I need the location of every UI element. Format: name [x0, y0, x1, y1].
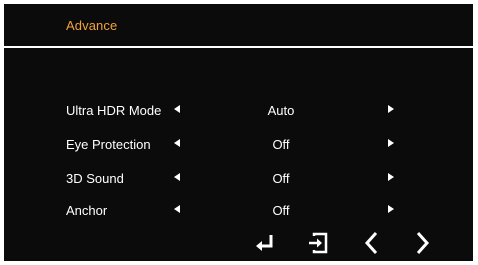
row-value: Off	[272, 171, 290, 186]
row-value: Off	[272, 203, 290, 218]
row-label: Eye Protection	[66, 137, 151, 152]
next-button[interactable]	[410, 230, 434, 256]
enter-icon	[256, 235, 273, 251]
arrow-left-icon[interactable]	[174, 139, 180, 147]
menu-row-eye-protection[interactable]: Eye Protection Off	[4, 134, 473, 156]
exit-icon	[309, 232, 328, 254]
osd-menu-panel: Advance Ultra HDR Mode Auto Eye Protecti…	[4, 4, 473, 261]
row-label: Ultra HDR Mode	[66, 103, 162, 118]
arrow-right-icon[interactable]	[388, 105, 394, 113]
menu-row-ultra-hdr-mode[interactable]: Ultra HDR Mode Auto	[4, 100, 473, 122]
header-divider	[4, 46, 473, 48]
row-label: 3D Sound	[66, 171, 124, 186]
row-value: Auto	[267, 103, 295, 118]
arrow-left-icon[interactable]	[174, 173, 180, 181]
previous-button[interactable]	[361, 230, 385, 256]
menu-header: Advance	[4, 4, 473, 46]
row-label: Anchor	[66, 203, 108, 218]
arrow-right-icon[interactable]	[388, 139, 394, 147]
menu-title: Advance	[66, 18, 118, 33]
menu-row-anchor[interactable]: Anchor Off	[4, 200, 473, 222]
chevron-left-icon	[364, 231, 378, 255]
button-guide-bar	[4, 230, 473, 256]
arrow-left-icon[interactable]	[174, 105, 180, 113]
arrow-left-icon[interactable]	[174, 205, 180, 213]
exit-button[interactable]	[306, 230, 330, 256]
menu-row-3d-sound[interactable]: 3D Sound Off	[4, 168, 473, 190]
row-value: Off	[272, 137, 290, 152]
enter-button[interactable]	[254, 230, 278, 256]
arrow-right-icon[interactable]	[388, 205, 394, 213]
arrow-right-icon[interactable]	[388, 173, 394, 181]
chevron-right-icon	[416, 231, 430, 255]
